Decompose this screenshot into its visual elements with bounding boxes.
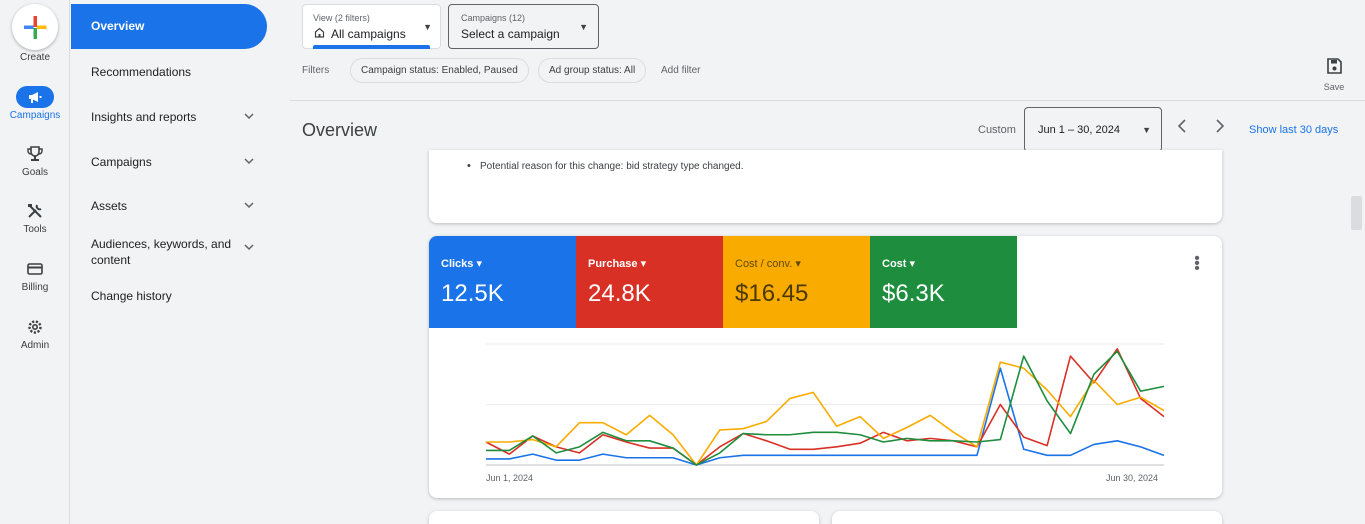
series-line-cost-conv- (486, 361, 1165, 466)
campaign-selector-caption: Campaigns (12) (461, 13, 526, 23)
nav-item-recommendations[interactable]: Recommendations (71, 65, 267, 79)
rail-item-billing[interactable]: Billing (0, 258, 70, 293)
view-selector-value: All campaigns (331, 27, 406, 41)
metric-tile-purchase[interactable]: Purchase ▾ 24.8K (576, 236, 723, 328)
series-line-clicks (486, 367, 1165, 466)
insight-note: Potential reason for this change: bid st… (467, 160, 743, 172)
rail-item-goals[interactable]: Goals (0, 143, 70, 178)
rail-item-label: Admin (20, 340, 50, 351)
chevron-down-icon (243, 241, 255, 257)
chevron-down-icon (243, 155, 255, 170)
chevron-left-icon (1177, 119, 1186, 133)
campaign-selector-value: Select a campaign (461, 27, 560, 41)
filter-chip-ad-group-status[interactable]: Ad group status: All (538, 58, 647, 83)
metric-name: Cost ▾ (882, 258, 916, 270)
nav-item-label: Change history (91, 289, 172, 303)
rail-item-admin[interactable]: Admin (0, 316, 70, 351)
save-label: Save (1323, 82, 1345, 92)
view-selector-indicator (313, 45, 430, 49)
nav-item-audiences-keywords-content[interactable]: Audiences, keywords, and content (71, 236, 257, 268)
filters-label: Filters (302, 65, 330, 76)
rail-item-tools[interactable]: Tools (0, 200, 70, 235)
metric-value: 12.5K (441, 280, 504, 307)
left-rail: Create Campaigns Goals Tools Billing Adm… (0, 0, 70, 524)
create-button[interactable] (12, 4, 58, 50)
bottom-card-left (429, 511, 819, 524)
metric-value: $6.3K (882, 280, 945, 307)
page-title: Overview (302, 120, 378, 140)
dropdown-arrow-icon: ▼ (1142, 125, 1151, 135)
next-period-button[interactable] (1214, 119, 1226, 138)
credit-card-icon (16, 258, 54, 280)
metric-name: Cost / conv. ▾ (735, 258, 801, 270)
rail-item-label: Campaigns (9, 110, 61, 121)
tools-icon (16, 200, 54, 222)
divider (290, 100, 1365, 101)
filter-chip-campaign-status[interactable]: Campaign status: Enabled, Paused (350, 58, 529, 83)
nav-item-label: Campaigns (91, 155, 152, 169)
rail-item-campaigns[interactable]: Campaigns (0, 86, 70, 121)
save-button[interactable]: Save (1318, 57, 1350, 92)
dropdown-arrow-icon: ▼ (579, 22, 588, 32)
trophy-icon (16, 143, 54, 165)
side-nav: Overview Recommendations Insights and re… (71, 0, 285, 524)
plus-icon (24, 16, 47, 39)
more-options-icon[interactable]: • • • (1193, 251, 1201, 277)
metric-tile-clicks[interactable]: Clicks ▾ 12.5K (429, 236, 576, 328)
chevron-down-icon (243, 110, 255, 125)
metric-name: Clicks ▾ (441, 258, 482, 270)
scrollbar-thumb[interactable] (1351, 196, 1362, 230)
metric-value: 24.8K (588, 280, 651, 307)
performance-line-chart (485, 343, 1165, 466)
campaign-selector[interactable]: Campaigns (12) Select a campaign ▼ (448, 4, 599, 49)
nav-item-overview[interactable]: Overview (71, 4, 267, 49)
metric-tile-cost[interactable]: Cost ▾ $6.3K (870, 236, 1017, 328)
show-last-30-days-link[interactable]: Show last 30 days (1249, 124, 1338, 136)
date-range-picker[interactable]: Jun 1 – 30, 2024 ▼ (1024, 107, 1162, 152)
home-icon (314, 27, 325, 41)
nav-item-change-history[interactable]: Change history (71, 289, 267, 303)
nav-item-assets[interactable]: Assets (71, 199, 267, 213)
add-filter-button[interactable]: Add filter (661, 65, 700, 76)
create-label: Create (19, 52, 50, 63)
dropdown-arrow-icon: ▼ (423, 22, 432, 32)
rail-item-label: Tools (23, 224, 47, 235)
nav-item-campaigns[interactable]: Campaigns (71, 155, 267, 169)
nav-item-label: Recommendations (91, 65, 192, 79)
view-selector[interactable]: View (2 filters) All campaigns ▼ (302, 4, 441, 49)
chevron-right-icon (1216, 119, 1225, 133)
date-range-value: Jun 1 – 30, 2024 (1038, 124, 1120, 136)
nav-item-insights-and-reports[interactable]: Insights and reports (71, 110, 267, 124)
nav-item-label: Audiences, keywords, and content (91, 237, 232, 267)
previous-period-button[interactable] (1176, 119, 1188, 138)
megaphone-icon (16, 86, 54, 108)
rail-item-label: Billing (21, 282, 49, 293)
gear-icon (16, 316, 54, 338)
date-range-type-label: Custom (978, 124, 1016, 136)
metric-tile-cost-per-conv[interactable]: Cost / conv. ▾ $16.45 (723, 236, 870, 328)
chevron-down-icon (243, 199, 255, 214)
bottom-card-right (832, 511, 1222, 524)
x-axis-end-label: Jun 30, 2024 (1106, 473, 1159, 483)
rail-item-label: Goals (21, 167, 49, 178)
metric-value: $16.45 (735, 280, 809, 307)
nav-item-label: Assets (91, 199, 128, 213)
metric-name: Purchase ▾ (588, 258, 647, 270)
save-icon (1327, 58, 1342, 74)
x-axis-start-label: Jun 1, 2024 (486, 473, 534, 483)
nav-item-label: Insights and reports (91, 110, 197, 124)
view-selector-caption: View (2 filters) (313, 13, 370, 23)
